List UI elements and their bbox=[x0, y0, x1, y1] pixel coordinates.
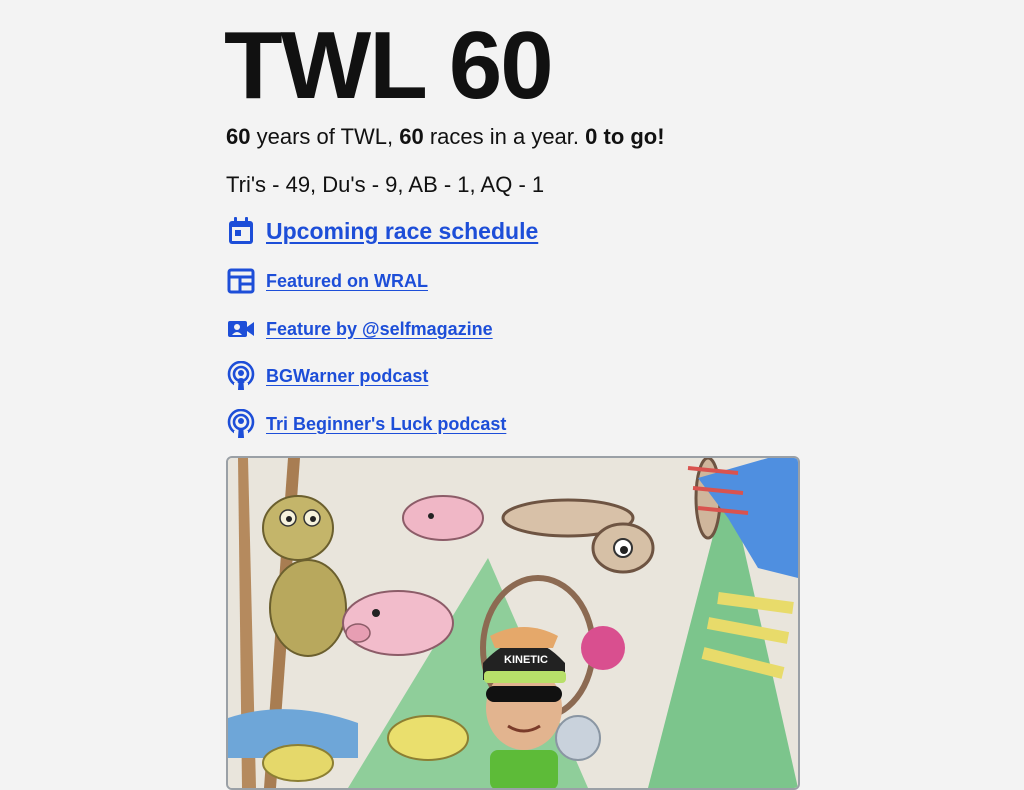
tagline: 60 years of TWL, 60 races in a year. 0 t… bbox=[226, 123, 665, 151]
feature-by-selfmagazine-link[interactable]: Feature by @selfmagazine bbox=[266, 319, 493, 340]
link-row-wral: Featured on WRAL bbox=[226, 266, 428, 296]
races-count: 60 bbox=[399, 124, 424, 149]
newspaper-icon bbox=[226, 266, 256, 296]
podcast-icon bbox=[226, 361, 256, 391]
page-title: TWL 60 bbox=[224, 12, 554, 119]
races-remaining: 0 to go! bbox=[585, 124, 665, 149]
years-count: 60 bbox=[226, 124, 251, 149]
tri-beginners-luck-podcast-link[interactable]: Tri Beginner's Luck podcast bbox=[266, 414, 506, 435]
video-camera-icon bbox=[226, 314, 256, 344]
cap-logo-text: KINETIC bbox=[504, 654, 548, 666]
featured-photo: KINETIC bbox=[226, 456, 800, 790]
bgwarner-podcast-link[interactable]: BGWarner podcast bbox=[266, 366, 428, 387]
featured-on-wral-link[interactable]: Featured on WRAL bbox=[266, 271, 428, 292]
link-row-selfmagazine: Feature by @selfmagazine bbox=[226, 314, 493, 344]
upcoming-race-schedule-link[interactable]: Upcoming race schedule bbox=[266, 218, 538, 245]
link-row-bgwarner: BGWarner podcast bbox=[226, 361, 428, 391]
tagline-text-2: races in a year. bbox=[423, 124, 586, 149]
podcast-icon bbox=[226, 409, 256, 439]
calendar-icon bbox=[226, 216, 256, 246]
race-tally: Tri's - 49, Du's - 9, AB - 1, AQ - 1 bbox=[226, 172, 545, 197]
link-row-tri-beginners-luck: Tri Beginner's Luck podcast bbox=[226, 409, 506, 439]
link-row-schedule: Upcoming race schedule bbox=[226, 216, 538, 246]
tagline-text-1: years of TWL, bbox=[250, 124, 400, 149]
